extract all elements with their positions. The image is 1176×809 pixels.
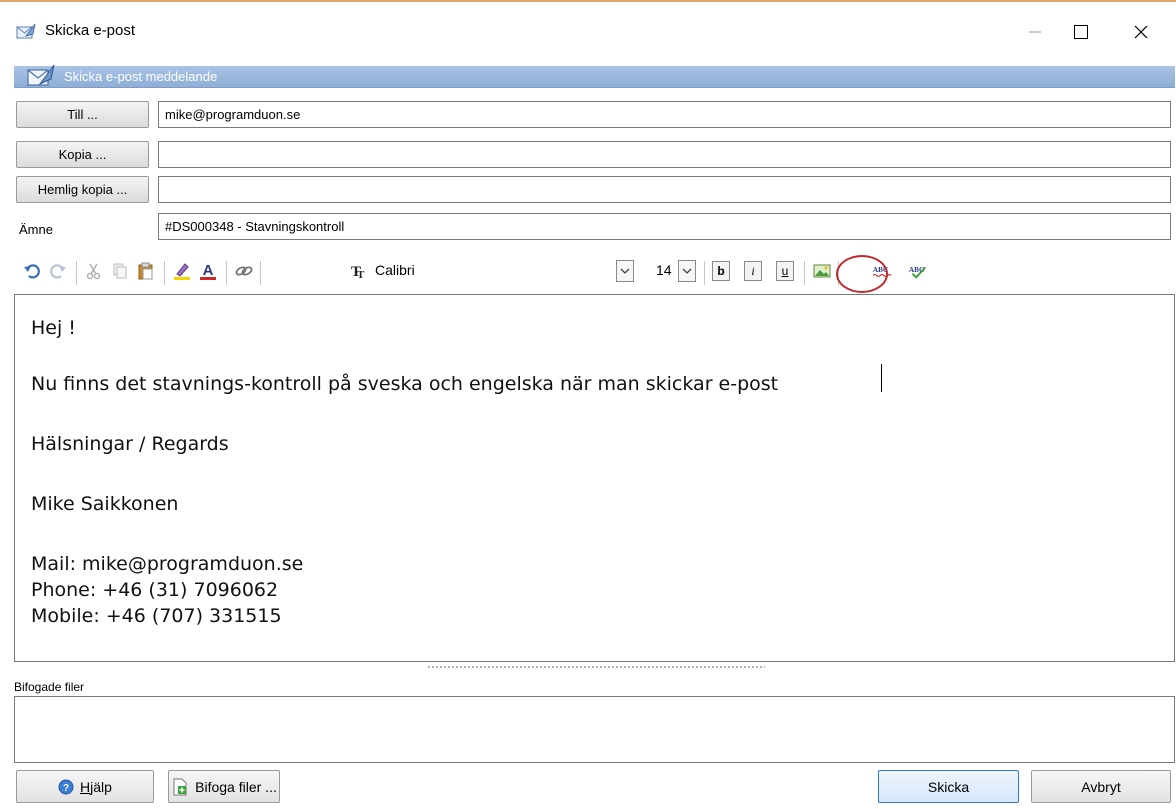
to-button[interactable]: Till ...	[16, 101, 149, 128]
close-icon	[1134, 25, 1148, 39]
body-line: Phone: +46 (31) 7096062	[31, 579, 279, 601]
section-title: Skicka e-post meddelande	[64, 69, 218, 84]
email-send-icon	[16, 22, 36, 42]
subject-label: Ämne	[19, 222, 53, 237]
subject-field[interactable]: #DS000348 - Stavningskontroll	[158, 213, 1171, 240]
maximize-button[interactable]	[1058, 14, 1104, 50]
cc-button[interactable]: Kopia ...	[16, 141, 149, 168]
undo-icon[interactable]	[22, 261, 42, 281]
underline-button[interactable]: u	[776, 261, 794, 281]
toolbar-separator	[226, 261, 227, 285]
redo-icon[interactable]	[48, 261, 68, 281]
font-size-dropdown[interactable]	[678, 260, 696, 282]
section-header: Skicka e-post meddelande	[14, 64, 1175, 88]
annotation-circle	[836, 255, 888, 293]
maximize-icon	[1074, 25, 1088, 39]
cc-field[interactable]	[158, 141, 1171, 168]
spellcheck-accept-icon[interactable]: ABC	[908, 261, 928, 281]
body-line: Mail: mike@programduon.se	[31, 553, 304, 575]
attach-files-label: Bifoga filer ...	[195, 778, 277, 795]
image-icon[interactable]	[812, 261, 832, 281]
chevron-down-icon	[682, 268, 692, 274]
splitter-handle[interactable]	[427, 665, 765, 669]
paste-icon[interactable]	[136, 261, 156, 281]
message-body-editor[interactable]: Hej ! Nu finns det stavnings-kontroll på…	[14, 294, 1175, 662]
italic-button[interactable]: i	[744, 261, 762, 281]
attachments-list[interactable]	[14, 696, 1175, 763]
font-color-icon[interactable]: A	[198, 261, 218, 281]
cut-icon[interactable]	[84, 261, 104, 281]
toolbar-separator	[704, 261, 705, 285]
svg-text:T: T	[357, 269, 365, 280]
toolbar-separator	[804, 261, 805, 285]
chevron-down-icon	[620, 268, 630, 274]
toolbar-separator	[164, 261, 165, 285]
minimize-button[interactable]	[1012, 14, 1058, 50]
help-button-label: Hjälp	[80, 778, 112, 795]
font-size-value[interactable]: 14	[656, 262, 672, 278]
text-caret	[881, 364, 882, 392]
body-line: Mobile: +46 (707) 331515	[31, 605, 282, 627]
font-dropdown[interactable]	[616, 260, 634, 282]
toolbar-separator	[260, 261, 261, 285]
help-icon: ?	[58, 779, 74, 794]
to-field[interactable]: mike@programduon.se	[158, 101, 1171, 128]
body-line: Mike Saikkonen	[31, 493, 179, 515]
bold-button[interactable]: b	[712, 261, 730, 281]
attach-files-button[interactable]: Bifoga filer ...	[168, 770, 280, 803]
toolbar-separator	[76, 261, 77, 285]
bcc-field[interactable]	[158, 176, 1171, 203]
link-icon[interactable]	[234, 261, 254, 281]
close-button[interactable]	[1118, 14, 1164, 50]
format-toolbar: A TT Calibri 14 b i u ABC ABC	[14, 254, 1175, 290]
email-send-icon	[26, 62, 56, 90]
minimize-icon	[1029, 31, 1041, 33]
add-file-icon	[173, 778, 187, 795]
svg-text:A: A	[203, 262, 214, 279]
font-name[interactable]: Calibri	[375, 262, 415, 278]
title-bar: Skicka e-post	[0, 2, 1176, 58]
body-line: Hej !	[31, 317, 76, 339]
font-icon: TT	[348, 261, 368, 281]
body-line: Hälsningar / Regards	[31, 433, 229, 455]
copy-icon[interactable]	[110, 261, 130, 281]
body-line: Nu finns det stavnings-kontroll på svesk…	[31, 373, 779, 395]
help-button[interactable]: ? Hjälp	[16, 770, 154, 803]
window-title: Skicka e-post	[45, 22, 136, 39]
highlight-icon[interactable]	[172, 261, 192, 281]
send-button[interactable]: Skicka	[878, 770, 1019, 803]
attachments-label: Bifogade filer	[14, 680, 85, 694]
cancel-button[interactable]: Avbryt	[1031, 770, 1171, 803]
svg-text:?: ?	[63, 783, 69, 794]
bcc-button[interactable]: Hemlig kopia ...	[16, 176, 149, 203]
